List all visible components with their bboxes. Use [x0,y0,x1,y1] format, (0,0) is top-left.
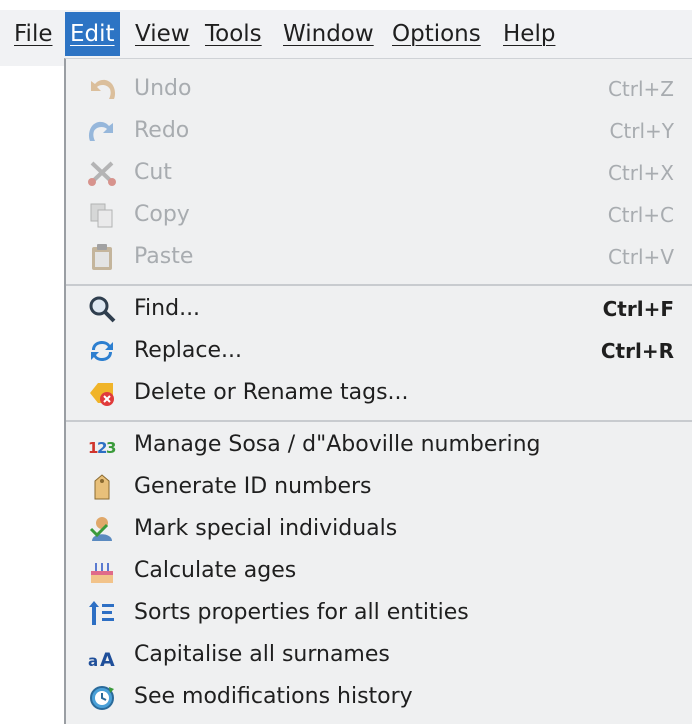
tag-delete-icon [86,377,118,409]
capitalise-surnames-label: Capitalise all surnames [134,642,390,667]
menu-bar: File Edit View Tools Window Options Help [0,0,692,66]
id-tag-icon [86,471,118,503]
menu-item-sosa-numbering[interactable]: 1 2 3 Manage Sosa / d"Aboville numbering [66,425,692,465]
menu-item-replace[interactable]: Replace... Ctrl+R [66,331,692,371]
copy-shortcut: Ctrl+C [607,203,674,227]
menu-item-mark-special[interactable]: Mark special individuals [66,509,692,549]
menu-options[interactable]: Options [392,12,481,56]
replace-label: Replace... [134,338,243,363]
undo-icon [86,73,118,105]
numbering-icon: 1 2 3 [86,429,118,461]
menu-item-find[interactable]: Find... Ctrl+F [66,289,692,329]
birthday-cake-icon [86,555,118,587]
menu-item-cut[interactable]: Cut Ctrl+X [66,153,692,193]
redo-icon [86,115,118,147]
menu-item-capitalise-surnames[interactable]: a A Capitalise all surnames [66,635,692,675]
menu-file[interactable]: File [14,12,53,56]
menu-tools[interactable]: Tools [205,12,262,56]
menu-item-paste[interactable]: Paste Ctrl+V [66,237,692,277]
undo-shortcut: Ctrl+Z [607,77,674,101]
find-label: Find... [134,296,201,321]
menu-item-copy[interactable]: Copy Ctrl+C [66,195,692,235]
menu-window[interactable]: Window [283,12,374,56]
delete-rename-tags-label: Delete or Rename tags... [134,380,409,405]
undo-label: Undo [134,76,192,101]
find-shortcut: Ctrl+F [602,297,674,321]
scissors-icon [86,157,118,189]
magnifier-icon [86,293,118,325]
svg-text:a: a [88,652,98,669]
sosa-numbering-label: Manage Sosa / d"Aboville numbering [134,432,541,457]
menu-item-undo[interactable]: Undo Ctrl+Z [66,69,692,109]
menu-item-delete-rename-tags[interactable]: Delete or Rename tags... [66,373,692,413]
svg-text:A: A [100,649,115,669]
clipboard-icon [86,241,118,273]
person-mark-icon [86,513,118,545]
copy-label: Copy [134,202,190,227]
svg-text:3: 3 [106,439,116,457]
menu-separator [66,420,692,422]
menu-view[interactable]: View [135,12,190,56]
history-icon [86,681,118,713]
generate-ids-label: Generate ID numbers [134,474,372,499]
menu-item-generate-ids[interactable]: Generate ID numbers [66,467,692,507]
redo-label: Redo [134,118,190,143]
menu-help[interactable]: Help [503,12,555,56]
mark-special-label: Mark special individuals [134,516,398,541]
menu-bar-top-strip [0,0,692,10]
menu-separator [66,284,692,286]
sort-properties-label: Sorts properties for all entities [134,600,469,625]
calculate-ages-label: Calculate ages [134,558,297,583]
copy-icon [86,199,118,231]
paste-label: Paste [134,244,194,269]
paste-shortcut: Ctrl+V [607,245,674,269]
menu-edit[interactable]: Edit [65,12,120,56]
capitalise-icon: a A [86,639,118,671]
menu-item-redo[interactable]: Redo Ctrl+Y [66,111,692,151]
replace-shortcut: Ctrl+R [600,339,674,363]
modifications-history-label: See modifications history [134,684,413,709]
replace-arrows-icon [86,335,118,367]
edit-menu-dropdown: Undo Ctrl+Z Redo Ctrl+Y Cut Ctrl+X Copy … [64,58,692,724]
redo-shortcut: Ctrl+Y [609,119,674,143]
menu-item-sort-properties[interactable]: Sorts properties for all entities [66,593,692,633]
cut-label: Cut [134,160,172,185]
menu-item-calculate-ages[interactable]: Calculate ages [66,551,692,591]
sort-icon [86,597,118,629]
menu-item-modifications-history[interactable]: See modifications history [66,677,692,717]
cut-shortcut: Ctrl+X [607,161,674,185]
